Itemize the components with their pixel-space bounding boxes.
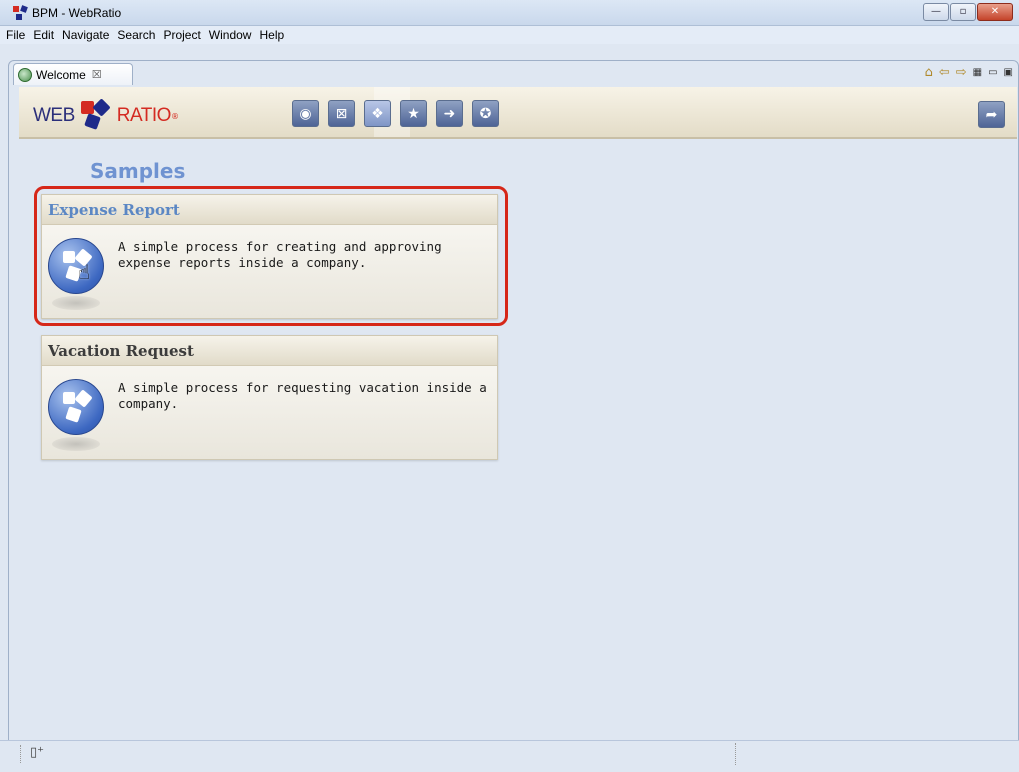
go-to-workbench-button[interactable]: ➦ xyxy=(978,101,1005,128)
logo-registered-mark: ® xyxy=(170,111,179,121)
status-bar xyxy=(0,740,1019,772)
menu-edit[interactable]: Edit xyxy=(33,28,54,42)
maximize-icon: ▫ xyxy=(959,6,967,17)
status-separator xyxy=(735,743,737,765)
maximize-button[interactable]: ▫ xyxy=(950,3,976,21)
view-restore-icon[interactable]: ▣ xyxy=(1004,67,1013,78)
tab-welcome[interactable]: Welcome ☒ xyxy=(13,63,133,85)
minimize-icon: — xyxy=(931,6,941,17)
menu-file[interactable]: File xyxy=(6,28,25,42)
welcome-header: WEB RATIO ® ◉ ⊠ ❖ ★ ➜ ✪ ➦ xyxy=(19,87,1017,139)
web-resources-icon: ✪ xyxy=(479,105,492,122)
window-controls: — ▫ ✕ xyxy=(923,3,1013,21)
menu-help[interactable]: Help xyxy=(259,28,284,42)
tutorials-button[interactable]: ⊠ xyxy=(328,100,355,127)
menu-window[interactable]: Window xyxy=(209,28,252,42)
welcome-nav: ◉ ⊠ ❖ ★ ➜ ✪ xyxy=(292,100,508,127)
icon-reflection xyxy=(52,296,100,310)
logo-ratio-text: RATIO xyxy=(116,105,172,126)
fast-view-icon[interactable]: ▯⁺ xyxy=(30,745,44,760)
icon-reflection xyxy=(52,437,100,451)
status-grip[interactable] xyxy=(20,745,23,763)
logo-mark-icon xyxy=(77,98,115,131)
tab-welcome-label: Welcome xyxy=(36,67,86,82)
samples-icon: ❖ xyxy=(371,105,384,122)
menu-search[interactable]: Search xyxy=(117,28,155,42)
menu-bar: File Edit Navigate Search Project Window… xyxy=(0,26,1019,44)
close-icon: ✕ xyxy=(990,6,1000,17)
window-title: BPM - WebRatio xyxy=(32,6,122,20)
sample-card-title[interactable]: Vacation Request xyxy=(42,336,497,366)
logo-web-text: WEB xyxy=(33,105,75,126)
first-steps-button[interactable]: ➜ xyxy=(436,100,463,127)
tutorials-icon: ⊠ xyxy=(335,105,348,122)
workbench-icon: ➦ xyxy=(985,106,998,123)
sample-process-icon[interactable] xyxy=(48,379,104,435)
overview-icon: ◉ xyxy=(299,105,312,122)
welcome-tab-icon xyxy=(18,67,32,82)
whats-new-button[interactable]: ★ xyxy=(400,100,427,127)
samples-button[interactable]: ❖ xyxy=(364,100,391,127)
view-minimize-icon[interactable]: ▭ xyxy=(988,67,997,78)
overview-button[interactable]: ◉ xyxy=(292,100,319,127)
customize-icon[interactable]: ▦ xyxy=(973,67,982,78)
first-steps-icon: ➜ xyxy=(443,105,456,122)
minimize-button[interactable]: — xyxy=(923,3,949,21)
sample-card-vacation-request[interactable]: Vacation Request A simple process for re… xyxy=(41,335,498,460)
back-icon[interactable]: ⇦ xyxy=(939,66,950,79)
menu-project[interactable]: Project xyxy=(163,28,200,42)
page-title: Samples xyxy=(90,159,186,183)
menu-navigate[interactable]: Navigate xyxy=(62,28,109,42)
sample-card-description: A simple process for requesting vacation… xyxy=(118,380,487,411)
sample-card-description: A simple process for creating and approv… xyxy=(118,239,442,270)
welcome-toolbar: ⌂ ⇦ ⇨ ▦ ▭ ▣ xyxy=(925,66,1013,79)
tab-close-icon[interactable]: ☒ xyxy=(92,68,102,81)
close-button[interactable]: ✕ xyxy=(977,3,1013,21)
webratio-logo: WEB RATIO ® xyxy=(33,98,179,131)
hand-cursor-icon: ☝ xyxy=(78,260,91,284)
forward-icon[interactable]: ⇨ xyxy=(956,66,967,79)
whats-new-icon: ★ xyxy=(407,105,420,122)
webratio-app-icon xyxy=(13,5,28,20)
home-icon[interactable]: ⌂ xyxy=(925,66,933,79)
sample-card-title[interactable]: Expense Report xyxy=(42,195,497,225)
window-titlebar: BPM - WebRatio — ▫ ✕ xyxy=(0,0,1019,26)
sample-card-expense-report[interactable]: Expense Report ☝ A simple process for cr… xyxy=(41,194,498,319)
sample-process-icon[interactable] xyxy=(48,238,104,294)
web-resources-button[interactable]: ✪ xyxy=(472,100,499,127)
